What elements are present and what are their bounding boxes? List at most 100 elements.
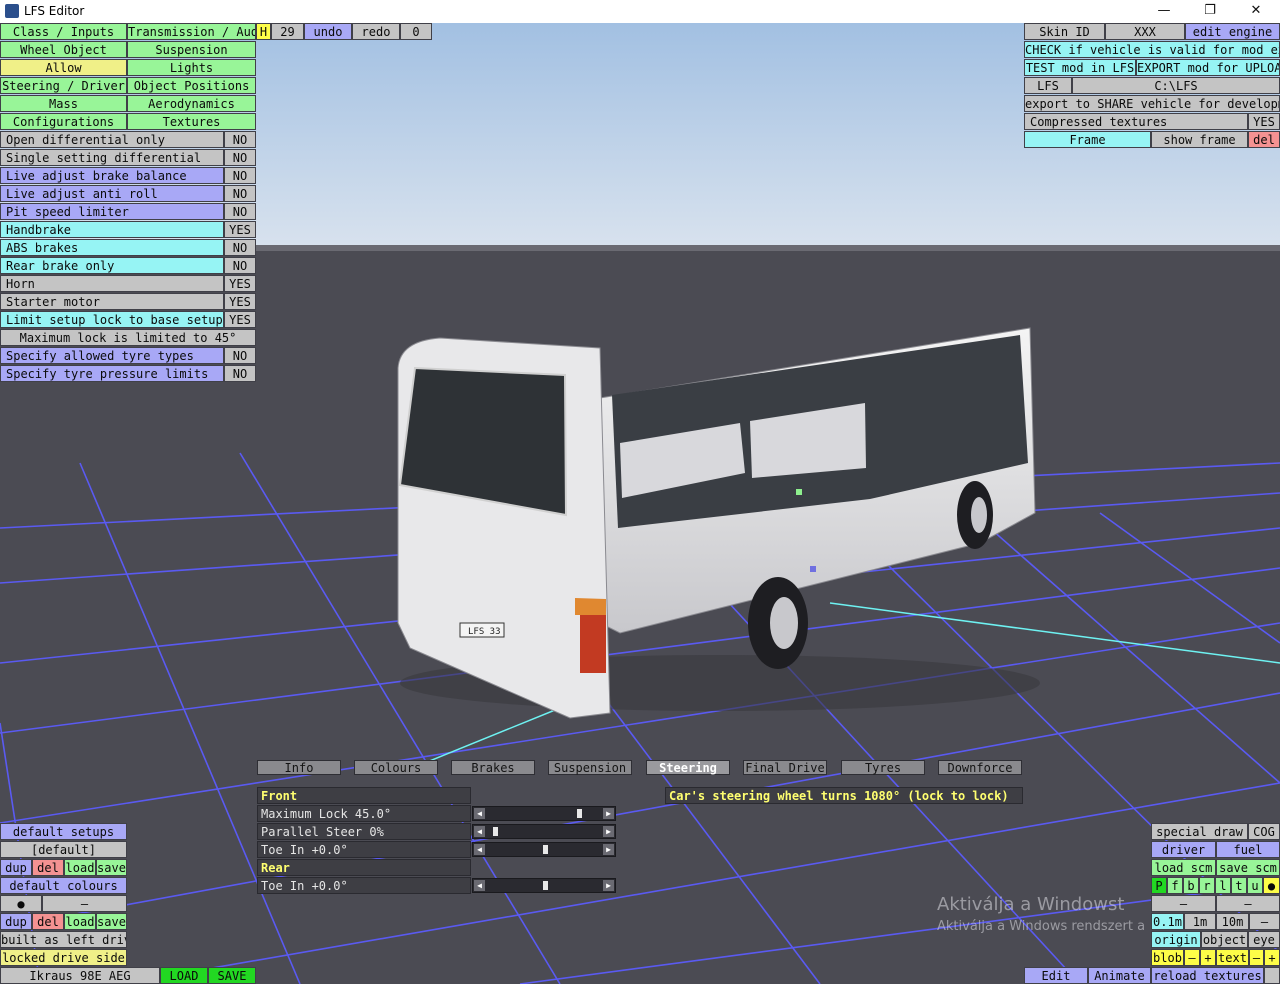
section-aerodynamics[interactable]: Aerodynamics	[127, 95, 256, 112]
arrow-left-icon[interactable]: ◀	[474, 808, 485, 819]
setup-load-button[interactable]: load	[64, 859, 96, 876]
toggle-live-anti-roll[interactable]: NO	[224, 185, 256, 202]
reload-textures-button[interactable]: reload textures	[1151, 967, 1264, 984]
export-upload-button[interactable]: EXPORT mod for UPLOAD	[1136, 59, 1280, 76]
colour-del-button[interactable]: del	[32, 913, 64, 930]
reload-extra-button[interactable]	[1264, 967, 1280, 984]
load-scm-button[interactable]: load scm	[1151, 859, 1216, 876]
driver-button[interactable]: driver	[1151, 841, 1216, 858]
layer-dot-button[interactable]: ●	[1263, 877, 1280, 894]
redo-button[interactable]: redo	[352, 23, 400, 40]
setup-save-button[interactable]: save	[96, 859, 127, 876]
parallel-steer-slider[interactable]: ◀ ▶	[472, 824, 616, 839]
show-frame-button[interactable]: show frame	[1151, 131, 1248, 148]
tab-suspension[interactable]: Suspension	[548, 760, 632, 775]
colour-dot-button[interactable]: ●	[0, 895, 42, 912]
layer-l-button[interactable]: l	[1215, 877, 1231, 894]
toggle-open-differential[interactable]: NO	[224, 131, 256, 148]
frame-button[interactable]: Frame	[1024, 131, 1151, 148]
colour-save-button[interactable]: save	[96, 913, 127, 930]
origin-button[interactable]: origin	[1151, 931, 1201, 948]
blob-button[interactable]: blob	[1151, 949, 1184, 966]
toggle-tyre-pressure-limits[interactable]: NO	[224, 365, 256, 382]
slider-knob[interactable]	[543, 881, 548, 890]
toggle-starter-motor[interactable]: YES	[224, 293, 256, 310]
toe-in-front-slider[interactable]: ◀ ▶	[472, 842, 616, 857]
cog-button[interactable]: COG	[1248, 823, 1280, 840]
arrow-left-icon[interactable]: ◀	[474, 880, 485, 891]
tab-info[interactable]: Info	[257, 760, 341, 775]
colour-load-button[interactable]: load	[64, 913, 96, 930]
blob-minus-button[interactable]: –	[1184, 949, 1200, 966]
edit-mode-button[interactable]: Edit	[1024, 967, 1088, 984]
toggle-live-brake-balance[interactable]: NO	[224, 167, 256, 184]
close-icon[interactable]: ✕	[1233, 0, 1279, 23]
arrow-right-icon[interactable]: ▶	[603, 826, 614, 837]
default-setup-tag[interactable]: [default]	[0, 841, 127, 858]
h-toggle-button[interactable]: H	[256, 23, 271, 40]
lfs-path[interactable]: C:\LFS	[1072, 77, 1280, 94]
tab-colours[interactable]: Colours	[354, 760, 438, 775]
edit-engine-button[interactable]: edit engine	[1185, 23, 1280, 40]
tab-steering[interactable]: Steering	[646, 760, 730, 775]
layer-t-button[interactable]: t	[1231, 877, 1247, 894]
toggle-allowed-tyre-types[interactable]: NO	[224, 347, 256, 364]
arrow-right-icon[interactable]: ▶	[603, 880, 614, 891]
text-button[interactable]: text	[1216, 949, 1249, 966]
text-minus-button[interactable]: –	[1249, 949, 1264, 966]
layer-f-button[interactable]: f	[1167, 877, 1183, 894]
step-10m-button[interactable]: 10m	[1216, 913, 1249, 930]
toggle-limit-setup-lock[interactable]: YES	[224, 311, 256, 328]
object-button[interactable]: object	[1201, 931, 1248, 948]
save-scm-button[interactable]: save scm	[1216, 859, 1280, 876]
arrow-right-icon[interactable]: ▶	[603, 808, 614, 819]
toggle-rear-brake-only[interactable]: NO	[224, 257, 256, 274]
arrow-right-icon[interactable]: ▶	[603, 844, 614, 855]
toggle-single-setting-differential[interactable]: NO	[224, 149, 256, 166]
slider-knob[interactable]	[543, 845, 548, 854]
toggle-abs-brakes[interactable]: NO	[224, 239, 256, 256]
test-mod-button[interactable]: TEST mod in LFS	[1024, 59, 1136, 76]
built-left-drive-button[interactable]: built as left drive	[0, 931, 127, 948]
max-lock-slider[interactable]: ◀ ▶	[472, 806, 616, 821]
toggle-handbrake[interactable]: YES	[224, 221, 256, 238]
section-configurations[interactable]: Configurations	[0, 113, 127, 130]
compressed-textures-toggle[interactable]: YES	[1248, 113, 1280, 130]
zero-button[interactable]: 0	[400, 23, 432, 40]
section-transmission-audio[interactable]: Transmission / Audio	[127, 23, 256, 40]
section-suspension[interactable]: Suspension	[127, 41, 256, 58]
section-mass[interactable]: Mass	[0, 95, 127, 112]
default-colours-button[interactable]: default colours	[0, 877, 127, 894]
section-class-inputs[interactable]: Class / Inputs	[0, 23, 127, 40]
check-valid-button[interactable]: CHECK if vehicle is valid for mod export	[1024, 41, 1280, 58]
text-plus-button[interactable]: +	[1264, 949, 1280, 966]
section-wheel-object[interactable]: Wheel Object	[0, 41, 127, 58]
section-object-positions[interactable]: Object Positions	[127, 77, 256, 94]
step-1m-button[interactable]: 1m	[1184, 913, 1216, 930]
blob-plus-button[interactable]: +	[1200, 949, 1216, 966]
arrow-left-icon[interactable]: ◀	[474, 826, 485, 837]
section-steering-driver[interactable]: Steering / Driver	[0, 77, 127, 94]
slider-knob[interactable]	[576, 809, 582, 818]
toggle-pit-speed-limiter[interactable]: NO	[224, 203, 256, 220]
tab-downforce[interactable]: Downforce	[938, 760, 1022, 775]
minimize-icon[interactable]: —	[1141, 0, 1187, 23]
colour-dup-button[interactable]: dup	[0, 913, 32, 930]
special-draw-button[interactable]: special draw	[1151, 823, 1248, 840]
toggle-horn[interactable]: YES	[224, 275, 256, 292]
fuel-button[interactable]: fuel	[1216, 841, 1280, 858]
tab-brakes[interactable]: Brakes	[451, 760, 535, 775]
tab-tyres[interactable]: Tyres	[841, 760, 925, 775]
setup-dup-button[interactable]: dup	[0, 859, 32, 876]
load-vehicle-button[interactable]: LOAD	[160, 967, 208, 984]
layer-r-button[interactable]: r	[1199, 877, 1215, 894]
section-textures[interactable]: Textures	[127, 113, 256, 130]
frame-delete-button[interactable]: del	[1248, 131, 1280, 148]
undo-button[interactable]: undo	[304, 23, 352, 40]
default-setups-button[interactable]: default setups	[0, 823, 127, 840]
toe-in-rear-slider[interactable]: ◀ ▶	[472, 878, 616, 893]
locked-drive-side-button[interactable]: locked drive side	[0, 949, 127, 966]
step-dash-button[interactable]: –	[1249, 913, 1280, 930]
layer-p-button[interactable]: P	[1151, 877, 1167, 894]
section-allow[interactable]: Allow	[0, 59, 127, 76]
